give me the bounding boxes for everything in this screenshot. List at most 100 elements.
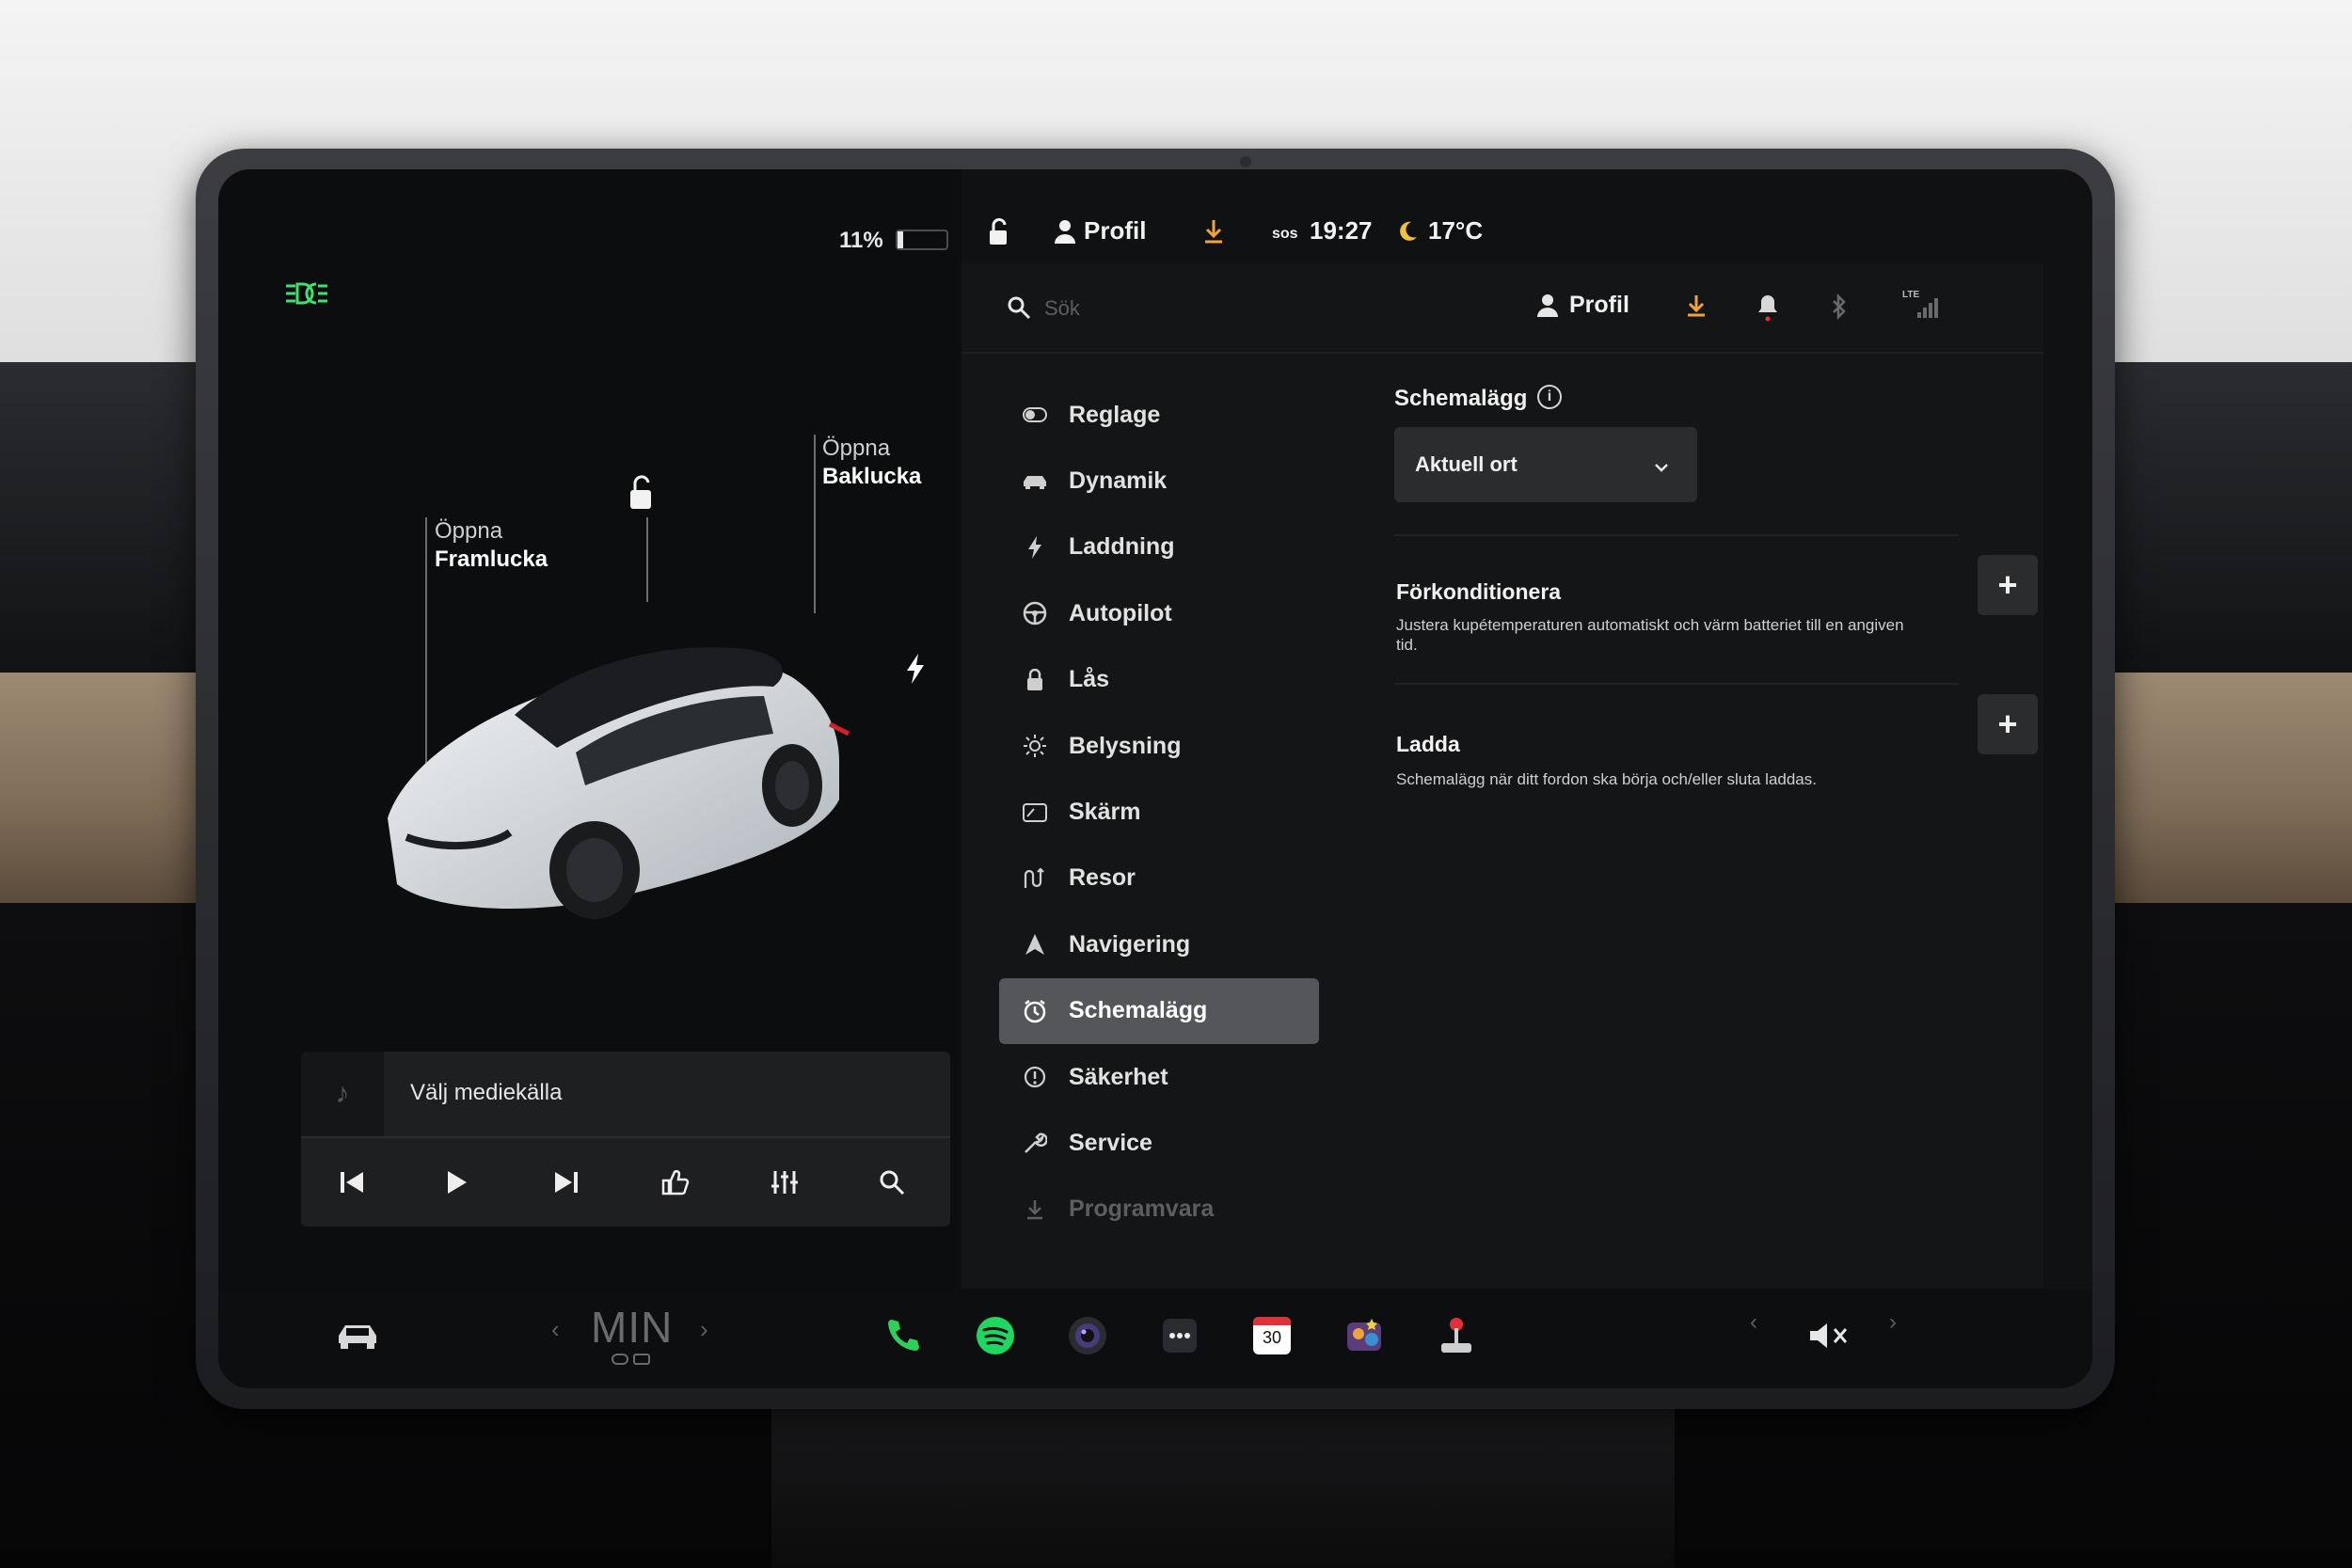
- touchscreen: 11% Öppna Framlucka Öppna Baklucka ♪ Väl…: [218, 169, 2092, 1388]
- phone-icon[interactable]: [877, 1309, 930, 1362]
- music-note-icon: ♪: [301, 1052, 384, 1136]
- menu-item-dynamik[interactable]: Dynamik: [999, 448, 1319, 514]
- lock-status-icon[interactable]: [986, 218, 1010, 253]
- temp-down-arrow[interactable]: ‹: [551, 1315, 560, 1344]
- menu-item-resor[interactable]: Resor: [999, 846, 1319, 911]
- trunk-label-line1: Öppna: [822, 436, 891, 461]
- frunk-label-line1: Öppna: [435, 518, 503, 544]
- divider: [1394, 534, 1959, 536]
- wrench-icon: [1018, 1129, 1052, 1157]
- calendar-icon[interactable]: 30: [1246, 1309, 1298, 1362]
- spotify-icon[interactable]: [969, 1309, 1022, 1362]
- volume-muted-icon[interactable]: [1803, 1309, 1855, 1362]
- add-precondition-button[interactable]: +: [1978, 555, 2038, 615]
- precondition-description: Justera kupétemperaturen automatiskt och…: [1396, 616, 1904, 654]
- climate-temperature-mode[interactable]: MIN: [591, 1302, 673, 1353]
- frunk-label-line2: Framlucka: [435, 546, 548, 572]
- trips-icon: [1018, 864, 1052, 893]
- charge-port-icon[interactable]: [905, 654, 926, 691]
- sos-button[interactable]: sos: [1272, 226, 1298, 243]
- camera-app-icon[interactable]: [1061, 1309, 1114, 1362]
- download-icon[interactable]: [1202, 218, 1225, 251]
- more-apps-icon[interactable]: [1153, 1309, 1206, 1362]
- open-trunk-button[interactable]: Öppna Baklucka: [822, 435, 921, 491]
- temp-up-arrow[interactable]: ›: [700, 1315, 708, 1344]
- navigation-icon: [1018, 930, 1052, 958]
- download-icon: [1018, 1196, 1052, 1224]
- network-type: LTE: [1902, 290, 1920, 300]
- search-icon: [1007, 295, 1031, 325]
- menu-item-autopilot[interactable]: Autopilot: [999, 580, 1319, 646]
- menu-item-label: Service: [1069, 1129, 1152, 1156]
- status-profile-button[interactable]: Profil: [1084, 216, 1146, 245]
- clock-time: 19:27: [1310, 216, 1373, 245]
- previous-track-button[interactable]: [329, 1160, 374, 1205]
- location-dropdown[interactable]: Aktuell ort: [1394, 427, 1697, 502]
- menu-item-reglage[interactable]: Reglage: [999, 382, 1319, 448]
- camera-icon: [1240, 156, 1251, 167]
- media-player: ♪ Välj mediekälla: [301, 1052, 950, 1227]
- bluetooth-icon[interactable]: [1831, 293, 1848, 326]
- unlock-icon[interactable]: [625, 475, 657, 517]
- menu-item-label: Belysning: [1069, 732, 1182, 759]
- menu-item-skarm[interactable]: Skärm: [999, 779, 1319, 845]
- open-frunk-button[interactable]: Öppna Framlucka: [435, 517, 548, 574]
- steering-wheel-icon: [1018, 599, 1052, 627]
- menu-item-label: Navigering: [1069, 930, 1191, 958]
- defrost-icon: [612, 1353, 651, 1372]
- settings-search-input[interactable]: [1044, 290, 1421, 327]
- menu-item-programvara[interactable]: Programvara: [999, 1177, 1319, 1243]
- volume-up-arrow[interactable]: ›: [1889, 1309, 1897, 1336]
- settings-header: Profil LTE: [961, 263, 2043, 354]
- sun-icon: [1018, 732, 1052, 760]
- next-track-button[interactable]: [544, 1160, 589, 1205]
- screen-mount: [771, 1392, 1675, 1568]
- menu-item-service[interactable]: Service: [999, 1110, 1319, 1176]
- menu-item-label: Programvara: [1069, 1196, 1215, 1223]
- cellular-signal-icon: LTE: [1902, 290, 1940, 326]
- add-charge-schedule-button[interactable]: +: [1978, 694, 2038, 754]
- safety-icon: [1018, 1063, 1052, 1091]
- menu-item-label: Säkerhet: [1069, 1063, 1168, 1090]
- outside-temperature: 17°C: [1428, 216, 1484, 245]
- menu-item-label: Resor: [1069, 864, 1136, 892]
- notification-bell-icon[interactable]: [1757, 293, 1778, 328]
- equalizer-icon[interactable]: [762, 1160, 807, 1205]
- car-controls-icon[interactable]: [331, 1309, 384, 1362]
- menu-item-navigering[interactable]: Navigering: [999, 911, 1319, 977]
- calendar-header: [1253, 1317, 1291, 1325]
- info-icon[interactable]: i: [1537, 385, 1562, 409]
- menu-item-label: Laddning: [1069, 533, 1175, 561]
- media-progress-track[interactable]: [301, 1136, 950, 1138]
- toybox-icon[interactable]: [1338, 1309, 1391, 1362]
- menu-item-laddning[interactable]: Laddning: [999, 515, 1319, 580]
- download-icon[interactable]: [1686, 293, 1707, 325]
- thumbs-up-icon[interactable]: [653, 1160, 698, 1205]
- menu-item-las[interactable]: Lås: [999, 647, 1319, 713]
- menu-item-label: Dynamik: [1069, 467, 1168, 495]
- profile-icon: [1537, 293, 1558, 325]
- menu-item-label: Autopilot: [1069, 599, 1172, 626]
- section-title: Schemalägg: [1394, 386, 1528, 411]
- chevron-down-icon: [1654, 453, 1669, 478]
- menu-item-schemalagg[interactable]: Schemalägg: [999, 977, 1319, 1044]
- vehicle-pane: 11% Öppna Framlucka Öppna Baklucka ♪ Väl…: [218, 169, 961, 1388]
- volume-down-arrow[interactable]: ‹: [1750, 1309, 1757, 1336]
- arcade-joystick-icon[interactable]: [1430, 1309, 1483, 1362]
- menu-item-belysning[interactable]: Belysning: [999, 713, 1319, 779]
- calendar-day: 30: [1262, 1328, 1282, 1347]
- display-icon: [1018, 799, 1052, 827]
- divider: [1394, 683, 1959, 685]
- play-button[interactable]: [435, 1160, 480, 1205]
- vehicle-3d-model[interactable]: [350, 583, 896, 964]
- header-profile-button[interactable]: Profil: [1569, 292, 1629, 319]
- media-search-icon[interactable]: [869, 1160, 914, 1205]
- menu-item-sakerhet[interactable]: Säkerhet: [999, 1044, 1319, 1110]
- calendar-tile: 30: [1253, 1317, 1291, 1354]
- status-bar: Profil sos 19:27 17°C: [961, 207, 2090, 263]
- media-source-select[interactable]: Välj mediekälla: [410, 1080, 562, 1106]
- menu-item-label: Reglage: [1069, 401, 1161, 428]
- trunk-label-line2: Baklucka: [822, 464, 922, 489]
- battery-indicator: [896, 230, 948, 250]
- car-icon: [1018, 467, 1052, 496]
